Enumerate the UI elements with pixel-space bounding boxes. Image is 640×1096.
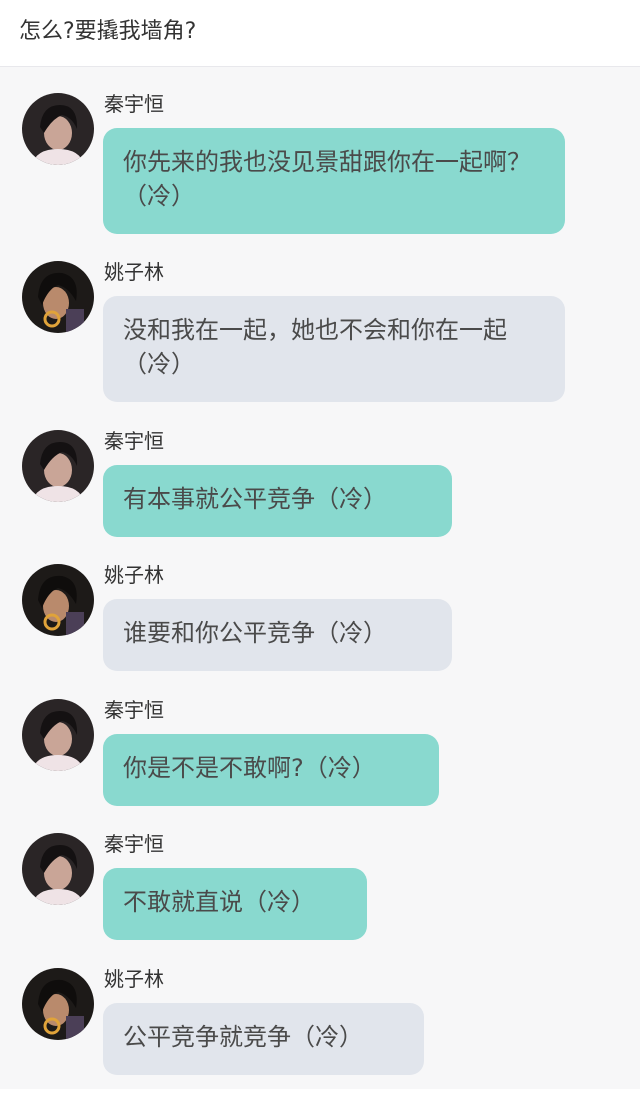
message-bubble: 你先来的我也没见景甜跟你在一起啊？（冷） [103, 128, 565, 234]
message-list[interactable]: 秦宇恒 你先来的我也没见景甜跟你在一起啊？（冷） 姚子林 没和我在一起，她也不会… [0, 67, 640, 1096]
avatar[interactable] [22, 564, 94, 636]
avatar[interactable] [22, 261, 94, 333]
sender-name: 姚子林 [104, 563, 164, 587]
avatar-portrait-icon [22, 430, 94, 502]
message-bubble: 你是不是不敢啊?（冷） [103, 734, 439, 806]
bottom-edge [0, 1089, 640, 1096]
message-bubble: 有本事就公平竞争（冷） [103, 465, 452, 537]
sender-name: 秦宇恒 [104, 698, 164, 722]
chat-header: 怎么?要撬我墙角? [0, 0, 640, 67]
sender-name: 姚子林 [104, 260, 164, 284]
message-bubble: 谁要和你公平竞争（冷） [103, 599, 452, 671]
avatar-portrait-icon [22, 699, 94, 771]
message-bubble: 公平竞争就竞争（冷） [103, 1003, 424, 1075]
sender-name: 秦宇恒 [104, 832, 164, 856]
avatar-portrait-icon [22, 93, 94, 165]
sender-name: 秦宇恒 [104, 429, 164, 453]
avatar[interactable] [22, 699, 94, 771]
sender-name: 姚子林 [104, 967, 164, 991]
avatar[interactable] [22, 93, 94, 165]
avatar[interactable] [22, 968, 94, 1040]
avatar-portrait-icon [22, 968, 94, 1040]
avatar-portrait-icon [22, 833, 94, 905]
message-bubble: 没和我在一起，她也不会和你在一起（冷） [103, 296, 565, 402]
avatar-portrait-icon [22, 564, 94, 636]
avatar-portrait-icon [22, 261, 94, 333]
avatar[interactable] [22, 430, 94, 502]
avatar[interactable] [22, 833, 94, 905]
message-bubble: 不敢就直说（冷） [103, 868, 367, 940]
chat-title: 怎么?要撬我墙角? [19, 19, 197, 44]
sender-name: 秦宇恒 [104, 92, 164, 116]
